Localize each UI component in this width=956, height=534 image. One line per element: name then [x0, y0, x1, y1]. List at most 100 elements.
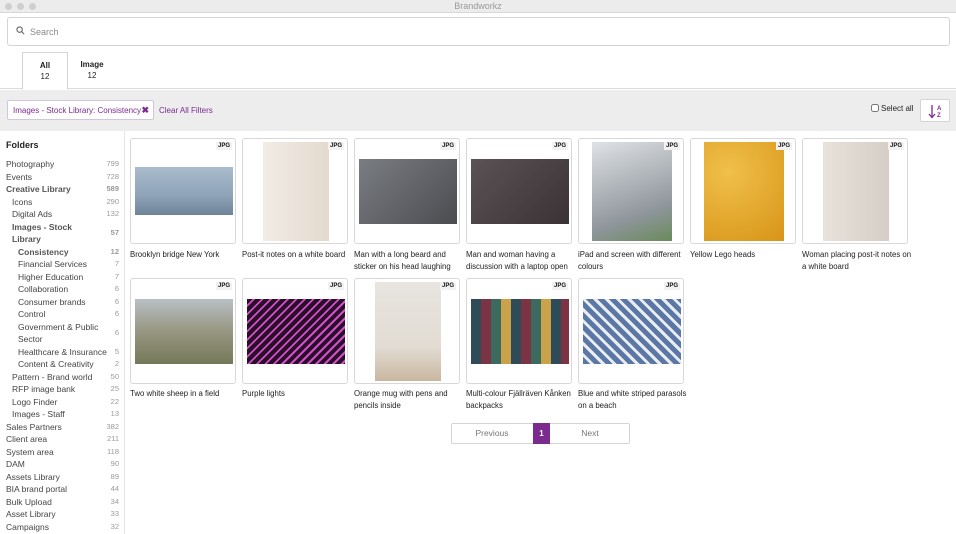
active-filter-label: Images - Stock Library: Consistency — [13, 106, 142, 115]
asset-thumbnail-bridge — [135, 167, 233, 215]
file-type-badge: JPG — [663, 142, 680, 150]
asset-title[interactable]: Man with a long beard and sticker on his… — [354, 249, 466, 272]
filter-bar: Images - Stock Library: Consistency ✖ Cl… — [0, 90, 956, 131]
folder-item[interactable]: Icons 290 — [12, 196, 119, 209]
folder-item[interactable]: Events 728 — [6, 171, 119, 184]
asset-grid: JPG Brooklyn bridge New York JPG Post-it… — [125, 131, 956, 534]
tab-all[interactable]: All 12 — [22, 52, 68, 90]
select-all-label: Select all — [881, 104, 914, 113]
select-all-checkbox[interactable] — [871, 104, 879, 112]
asset-thumbnail-parasols — [583, 299, 681, 364]
asset-thumbnail-sheep — [135, 299, 233, 364]
folder-item-active[interactable]: Consistency 12 — [18, 246, 119, 259]
folder-item[interactable]: Creative Library 589 — [6, 183, 119, 196]
folder-item[interactable]: Assets Library 89 — [6, 471, 119, 484]
folder-item[interactable]: Financial Services 7 — [18, 258, 119, 271]
asset-thumbnail-ipad — [592, 142, 672, 241]
folder-item[interactable]: Bulk Upload 34 — [6, 496, 119, 509]
remove-filter-icon[interactable]: ✖ — [141, 105, 149, 116]
folder-item[interactable]: Images - Stock Library 57 — [12, 221, 119, 246]
asset-thumbnail-backpacks — [471, 299, 569, 364]
asset-card[interactable]: JPG — [578, 278, 684, 384]
asset-title[interactable]: Yellow Lego heads — [690, 249, 802, 261]
asset-card[interactable]: JPG — [242, 138, 348, 244]
folder-item[interactable]: System area 118 — [6, 446, 119, 459]
active-filter-chip: Images - Stock Library: Consistency ✖ — [7, 100, 154, 120]
file-type-badge: JPG — [439, 282, 456, 290]
current-page-number[interactable]: 1 — [533, 423, 550, 444]
asset-thumbnail-discussion — [471, 159, 569, 224]
asset-thumbnail-lego — [704, 142, 784, 241]
folder-item[interactable]: Pattern - Brand world 50 — [12, 371, 119, 384]
asset-thumbnail-purple-lights — [247, 299, 345, 364]
asset-title[interactable]: iPad and screen with different colours — [578, 249, 690, 272]
folder-item[interactable]: Government & Public Sector 6 — [18, 321, 119, 346]
asset-thumbnail-post-its — [263, 142, 329, 241]
asset-card[interactable]: JPG — [130, 138, 236, 244]
folder-item[interactable]: Photography 799 — [6, 158, 119, 171]
folder-item[interactable]: Client area 211 — [6, 433, 119, 446]
window-titlebar: Brandworkz — [0, 0, 956, 13]
previous-page-button[interactable]: Previous — [452, 424, 532, 443]
folder-item[interactable]: Content & Creativity 2 — [18, 358, 119, 371]
sort-az-icon: A Z — [928, 105, 942, 119]
folder-item[interactable]: Control 6 — [18, 308, 119, 321]
asset-card[interactable]: JPG — [242, 278, 348, 384]
folder-item[interactable]: Campaigns 32 — [6, 521, 119, 534]
file-type-badge: JPG — [439, 142, 456, 150]
folder-item[interactable]: Healthcare & Insurance 5 — [18, 346, 119, 359]
file-type-badge: JPG — [663, 282, 680, 290]
search-box — [7, 17, 950, 46]
asset-title[interactable]: Orange mug with pens and pencils inside — [354, 388, 466, 411]
asset-card[interactable]: JPG — [466, 138, 572, 244]
file-type-badge: JPG — [215, 142, 232, 150]
asset-title[interactable]: Multi-colour Fjällräven Kånken backpacks — [466, 388, 578, 411]
asset-title[interactable]: Post-it notes on a white board — [242, 249, 354, 261]
folder-item[interactable]: DAM 90 — [6, 458, 119, 471]
asset-card[interactable]: JPG — [802, 138, 908, 244]
folder-sidebar: Folders Photography 799 Events 728 Creativ… — [0, 131, 125, 534]
asset-thumbnail-woman-post-its — [823, 142, 889, 241]
asset-title[interactable]: Two white sheep in a field — [130, 388, 242, 400]
tab-image-count: 12 — [87, 71, 97, 80]
asset-title[interactable]: Man and woman having a discussion with a… — [466, 249, 578, 272]
folder-item[interactable]: Consumer brands 6 — [18, 296, 119, 309]
svg-text:A: A — [937, 106, 942, 112]
next-page-button[interactable]: Next — [551, 424, 629, 443]
folders-heading: Folders — [6, 140, 39, 150]
search-icon — [16, 26, 25, 35]
folder-item[interactable]: Logo Finder 22 — [12, 396, 119, 409]
select-all-control: Select all — [871, 104, 913, 113]
asset-card[interactable]: JPG — [466, 278, 572, 384]
clear-all-filters-link[interactable]: Clear All Filters — [159, 106, 213, 115]
file-type-badge: JPG — [215, 282, 232, 290]
search-input[interactable] — [30, 24, 930, 40]
window-title: Brandworkz — [454, 1, 502, 11]
asset-card[interactable]: JPG — [130, 278, 236, 384]
asset-card[interactable]: JPG — [354, 278, 460, 384]
asset-card[interactable]: JPG — [690, 138, 796, 244]
folder-item[interactable]: BIA brand portal 44 — [6, 483, 119, 496]
file-type-badge: JPG — [327, 142, 344, 150]
asset-title[interactable]: Blue and white striped parasols on a bea… — [578, 388, 690, 411]
tab-image-label: Image — [80, 60, 104, 69]
asset-card[interactable]: JPG — [354, 138, 460, 244]
sort-az-button[interactable]: A Z — [920, 99, 950, 122]
tab-image[interactable]: Image 12 — [69, 52, 115, 89]
folder-item[interactable]: RFP image bank 25 — [12, 383, 119, 396]
file-type-badge: JPG — [775, 142, 792, 150]
folder-item[interactable]: Digital Ads 132 — [12, 208, 119, 221]
folder-item[interactable]: Sales Partners 382 — [6, 421, 119, 434]
asset-title[interactable]: Woman placing post-it notes on a white b… — [802, 249, 914, 272]
asset-title[interactable]: Purple lights — [242, 388, 354, 400]
asset-type-tabs: All 12 Image 12 — [0, 46, 956, 90]
svg-text:Z: Z — [937, 113, 941, 119]
file-type-badge: JPG — [327, 282, 344, 290]
asset-title[interactable]: Brooklyn bridge New York — [130, 249, 242, 261]
folder-item[interactable]: Asset Library 33 — [6, 508, 119, 521]
file-type-badge: JPG — [551, 282, 568, 290]
asset-card[interactable]: JPG — [578, 138, 684, 244]
folder-item[interactable]: Images - Staff 13 — [12, 408, 119, 421]
folder-item[interactable]: Collaboration 6 — [18, 283, 119, 296]
folder-item[interactable]: Higher Education 7 — [18, 271, 119, 284]
